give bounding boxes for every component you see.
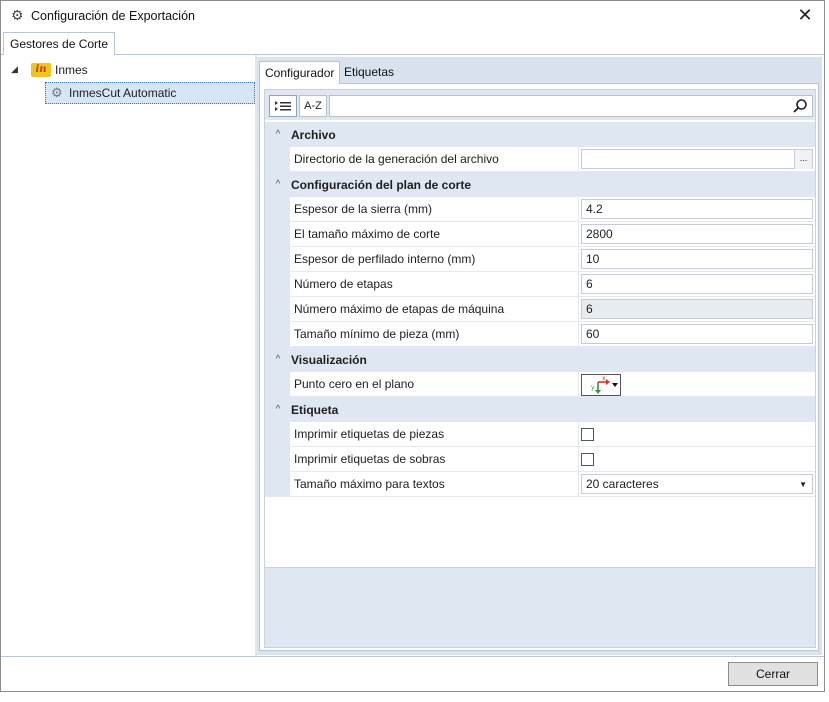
- property-name: Imprimir etiquetas de sobras: [290, 447, 579, 471]
- browse-button[interactable]: ...: [794, 150, 812, 169]
- tree-item-root[interactable]: in Inmes: [31, 60, 88, 80]
- directory-field[interactable]: ...: [581, 149, 813, 169]
- property-grid-toolbar: A-Z: [265, 90, 815, 120]
- property-row: Tamaño mínimo de pieza (mm) 60: [265, 322, 815, 347]
- property-name: Tamaño mínimo de pieza (mm): [290, 322, 579, 346]
- property-row: Espesor de perfilado interno (mm) 10: [265, 247, 815, 272]
- tree-item-root-label: Inmes: [55, 63, 88, 77]
- property-row: Directorio de la generación del archivo …: [265, 147, 815, 172]
- dropdown-arrow-icon: ▼: [799, 480, 807, 489]
- tree-panel: [3, 55, 255, 655]
- property-name: Punto cero en el plano: [290, 372, 579, 396]
- cerrar-button[interactable]: Cerrar: [728, 662, 818, 686]
- category-label: Visualización: [291, 352, 367, 367]
- property-rows: ^ Archivo Directorio de la generación de…: [265, 122, 815, 497]
- property-name: El tamaño máximo de corte: [290, 222, 579, 246]
- category-plan-de-corte[interactable]: ^ Configuración del plan de corte: [265, 172, 815, 197]
- chevron-up-icon[interactable]: ^: [265, 179, 291, 190]
- category-label: Archivo: [291, 127, 336, 142]
- svg-text:y: y: [591, 384, 595, 391]
- property-grid: A-Z ^ Archivo Directorio de la generació…: [264, 89, 816, 648]
- chevron-up-icon[interactable]: ^: [265, 404, 291, 415]
- property-row: Imprimir etiquetas de piezas: [265, 422, 815, 447]
- footer-divider: [1, 656, 824, 657]
- category-etiqueta[interactable]: ^ Etiqueta: [265, 397, 815, 422]
- property-row: El tamaño máximo de corte 2800: [265, 222, 815, 247]
- tab-gestores-de-corte[interactable]: Gestores de Corte: [3, 32, 116, 55]
- property-name: Número de etapas: [290, 272, 579, 296]
- property-name: Imprimir etiquetas de piezas: [290, 422, 579, 446]
- gear-icon: ⚙: [11, 7, 24, 23]
- max-text-size-select[interactable]: 20 caracteres ▼: [581, 474, 813, 494]
- print-piece-labels-checkbox[interactable]: [581, 428, 594, 441]
- property-row: Punto cero en el plano x y: [265, 372, 815, 397]
- chevron-up-icon[interactable]: ^: [265, 354, 291, 365]
- tab-etiquetas[interactable]: Etiquetas: [339, 61, 399, 84]
- config-area: Configurador Etiquetas A-Z ^ Archivo Dir…: [257, 57, 822, 655]
- property-row: Imprimir etiquetas de sobras: [265, 447, 815, 472]
- alphabetical-sort-button[interactable]: A-Z: [299, 95, 327, 117]
- chevron-up-icon[interactable]: ^: [265, 129, 291, 140]
- axis-origin-icon: x y: [591, 375, 618, 394]
- property-row: Espesor de la sierra (mm) 4.2: [265, 197, 815, 222]
- title-bar: ⚙ Configuración de Exportación ✕: [1, 1, 824, 31]
- close-icon[interactable]: ✕: [794, 5, 816, 27]
- categorized-view-icon: [275, 101, 291, 111]
- zero-point-selector[interactable]: x y: [581, 374, 621, 396]
- window-title: Configuración de Exportación: [31, 9, 195, 23]
- property-name: Tamaño máximo para textos: [290, 472, 579, 496]
- max-cut-size-field[interactable]: 2800: [581, 224, 813, 244]
- gear-icon: ⚙: [51, 85, 63, 100]
- svg-text:x: x: [602, 375, 606, 382]
- max-machine-stages-field: 6: [581, 299, 813, 319]
- property-row: Número de etapas 6: [265, 272, 815, 297]
- print-leftover-labels-checkbox[interactable]: [581, 453, 594, 466]
- tab-content: A-Z ^ Archivo Directorio de la generació…: [259, 83, 819, 651]
- property-name: Número máximo de etapas de máquina: [290, 297, 579, 321]
- min-piece-size-field[interactable]: 60: [581, 324, 813, 344]
- property-search-input[interactable]: [329, 95, 813, 117]
- search-icon: [793, 99, 807, 113]
- tab-configurador[interactable]: Configurador: [259, 61, 341, 84]
- property-name: Directorio de la generación del archivo: [290, 147, 579, 171]
- property-row: Tamaño máximo para textos 20 caracteres …: [265, 472, 815, 497]
- property-name: Espesor de la sierra (mm): [290, 197, 579, 221]
- saw-thickness-field[interactable]: 4.2: [581, 199, 813, 219]
- stages-field[interactable]: 6: [581, 274, 813, 294]
- export-config-dialog: ⚙ Configuración de Exportación ✕ Gestore…: [0, 0, 825, 692]
- categorized-view-button[interactable]: [269, 95, 297, 117]
- collapse-triangle-icon[interactable]: ◢: [11, 64, 18, 75]
- category-archivo[interactable]: ^ Archivo: [265, 122, 815, 147]
- property-row: Número máximo de etapas de máquina 6: [265, 297, 815, 322]
- category-label: Etiqueta: [291, 402, 339, 417]
- inmes-logo-icon: in: [31, 63, 51, 77]
- property-description-panel: [265, 567, 815, 647]
- tree-item-inmescut-label: InmesCut Automatic: [69, 86, 177, 100]
- category-visualizacion[interactable]: ^ Visualización: [265, 347, 815, 372]
- tree-item-inmescut[interactable]: ⚙ InmesCut Automatic: [45, 82, 255, 104]
- internal-profiling-field[interactable]: 10: [581, 249, 813, 269]
- category-label: Configuración del plan de corte: [291, 177, 472, 192]
- property-name: Espesor de perfilado interno (mm): [290, 247, 579, 271]
